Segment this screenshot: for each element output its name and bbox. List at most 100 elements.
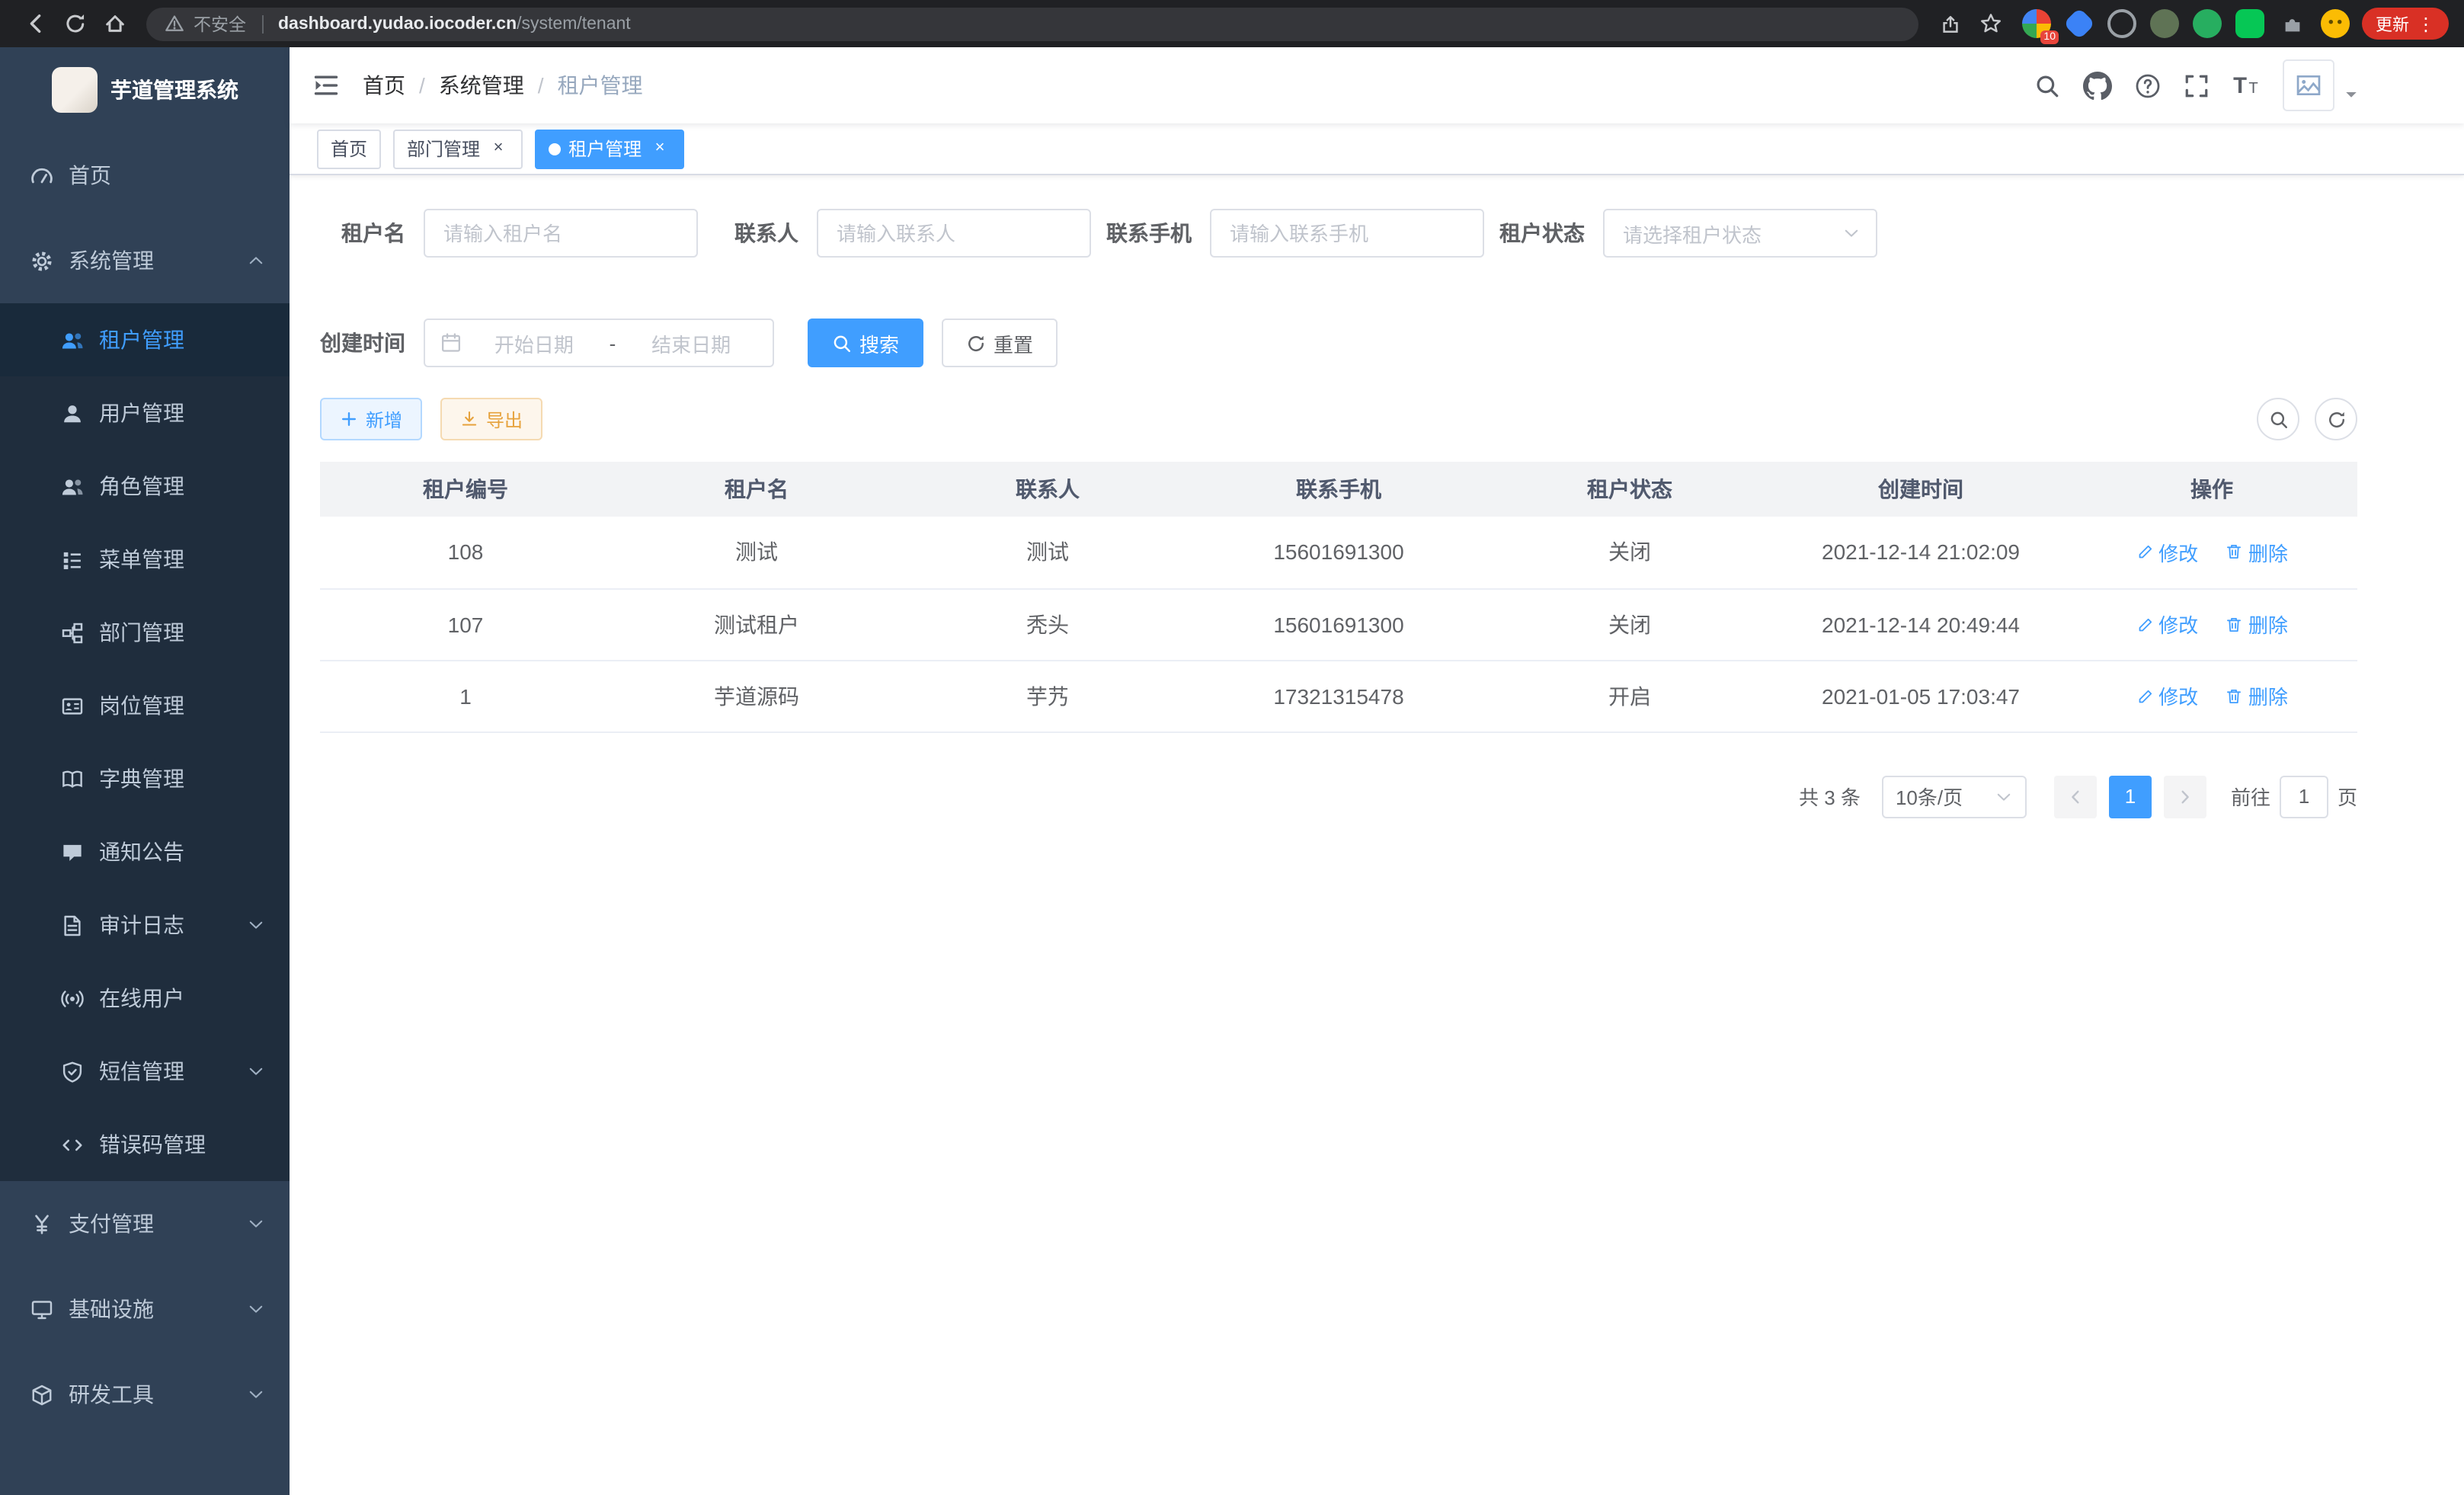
reset-button[interactable]: 重置: [942, 319, 1058, 367]
extension-dark-ring-icon[interactable]: [2107, 9, 2136, 38]
sidebar-item-user-management[interactable]: 用户管理: [0, 376, 290, 450]
tag-tenant-management[interactable]: 租户管理 ×: [535, 129, 684, 168]
edit-link[interactable]: 修改: [2136, 681, 2198, 710]
delete-link[interactable]: 删除: [2226, 681, 2288, 710]
not-secure-label[interactable]: 不安全: [194, 11, 246, 36]
cell-actions: 修改 删除: [2066, 517, 2357, 588]
col-status: 租户状态: [1484, 462, 1775, 517]
fullscreen-icon[interactable]: [2184, 72, 2210, 98]
chevron-down-icon: [247, 1062, 265, 1080]
org-tree-icon: [61, 621, 84, 644]
sidebar-item-payment-management[interactable]: 支付管理: [0, 1181, 290, 1266]
edit-link[interactable]: 修改: [2136, 610, 2198, 639]
add-button[interactable]: 新增: [320, 398, 422, 440]
sidebar-item-menu-management[interactable]: 菜单管理: [0, 523, 290, 596]
address-bar[interactable]: 不安全 dashboard.yudao.iocoder.cn/system/te…: [146, 7, 1918, 40]
delete-link[interactable]: 删除: [2226, 610, 2288, 639]
cell-tenant-id: 1: [320, 660, 611, 731]
search-icon[interactable]: [2034, 72, 2060, 98]
close-icon[interactable]: ×: [649, 138, 670, 159]
extensions-puzzle-icon[interactable]: [2278, 9, 2307, 38]
breadcrumb: 首页 / 系统管理 / 租户管理: [363, 70, 643, 101]
page-number-1[interactable]: 1: [2109, 775, 2152, 818]
sidebar-item-online-users[interactable]: 在线用户: [0, 962, 290, 1035]
sidebar-item-department-management[interactable]: 部门管理: [0, 596, 290, 669]
app-logo[interactable]: 芋道管理系统: [0, 47, 290, 133]
contact-input[interactable]: [817, 209, 1091, 258]
browser-menu-kebab-icon[interactable]: ⋮: [2417, 14, 2435, 33]
sidebar-item-infrastructure[interactable]: 基础设施: [0, 1266, 290, 1352]
sidebar-item-role-management[interactable]: 角色管理: [0, 450, 290, 523]
search-button-label: 搜索: [859, 328, 899, 357]
share-button[interactable]: [1931, 4, 1970, 43]
sidebar-item-tenant-management[interactable]: 租户管理: [0, 303, 290, 376]
extension-green-circle-icon[interactable]: [2193, 9, 2222, 38]
avatar[interactable]: [2283, 59, 2334, 111]
extension-badge: 10: [2040, 30, 2059, 44]
export-button-label: 导出: [486, 406, 523, 432]
cell-tenant-id: 108: [320, 517, 611, 588]
cell-created: 2021-12-14 21:02:09: [1775, 517, 2066, 588]
extension-olive-icon[interactable]: [2150, 9, 2179, 38]
error-code-icon: [61, 1133, 84, 1156]
prev-page-button[interactable]: [2054, 775, 2097, 818]
sidebar-item-sms-management[interactable]: 短信管理: [0, 1035, 290, 1108]
font-size-icon[interactable]: [2232, 72, 2260, 99]
trash-icon: [2226, 687, 2244, 705]
address-bar-divider: [261, 14, 263, 33]
cell-status: 关闭: [1484, 588, 1775, 660]
edit-icon: [2136, 687, 2154, 705]
browser-back-button[interactable]: [15, 4, 55, 43]
page-size-select[interactable]: 10条/页: [1882, 775, 2027, 818]
sidebar-item-error-code-management[interactable]: 错误码管理: [0, 1108, 290, 1181]
help-question-icon[interactable]: [2135, 72, 2161, 98]
sidebar-item-label: 部门管理: [99, 617, 184, 648]
browser-profile-avatar[interactable]: [2321, 9, 2350, 38]
sidebar-collapse-button[interactable]: [290, 47, 363, 123]
end-date-placeholder[interactable]: 结束日期: [625, 328, 757, 357]
page-url[interactable]: dashboard.yudao.iocoder.cn/system/tenant: [278, 14, 631, 33]
create-time-range-picker[interactable]: 开始日期 - 结束日期: [424, 319, 774, 367]
page-size-value: 10条/页: [1896, 782, 1963, 811]
extension-colorful-icon[interactable]: 10: [2022, 9, 2051, 38]
goto-page-input[interactable]: [2280, 775, 2328, 818]
sidebar-item-label: 错误码管理: [99, 1129, 206, 1160]
delete-link[interactable]: 删除: [2226, 538, 2288, 567]
refresh-table-button[interactable]: [2315, 398, 2357, 440]
sidebar-item-home[interactable]: 首页: [0, 133, 290, 218]
tenant-status-select[interactable]: 请选择租户状态: [1603, 209, 1877, 258]
select-placeholder: 请选择租户状态: [1623, 219, 1762, 248]
tenant-name-input[interactable]: [424, 209, 698, 258]
sidebar-item-system-management[interactable]: 系统管理: [0, 218, 290, 303]
bookmark-star-button[interactable]: [1970, 4, 2010, 43]
sidebar-item-devtools[interactable]: 研发工具: [0, 1352, 290, 1437]
sidebar-item-post-management[interactable]: 岗位管理: [0, 669, 290, 742]
tag-home[interactable]: 首页: [317, 129, 381, 168]
refresh-icon: [2326, 409, 2346, 429]
table-row: 107 测试租户 秃头 15601691300 关闭 2021-12-14 20…: [320, 588, 2357, 660]
search-button[interactable]: 搜索: [808, 319, 923, 367]
toggle-search-button[interactable]: [2257, 398, 2299, 440]
tag-department-management[interactable]: 部门管理 ×: [393, 129, 523, 168]
sidebar-item-notice[interactable]: 通知公告: [0, 815, 290, 888]
browser-reload-button[interactable]: [55, 4, 94, 43]
extension-green-square-icon[interactable]: [2235, 9, 2264, 38]
user-avatar-dropdown[interactable]: [2283, 59, 2360, 111]
tag-label: 部门管理: [407, 136, 480, 162]
edit-link[interactable]: 修改: [2136, 538, 2198, 567]
contact-mobile-input[interactable]: [1210, 209, 1484, 258]
col-contact: 联系人: [902, 462, 1193, 517]
sidebar-item-label: 审计日志: [99, 910, 184, 940]
export-button[interactable]: 导出: [440, 398, 542, 440]
total-count: 共 3 条: [1799, 782, 1861, 811]
sidebar-item-audit-log[interactable]: 审计日志: [0, 888, 290, 962]
sidebar-item-dict-management[interactable]: 字典管理: [0, 742, 290, 815]
browser-home-button[interactable]: [94, 4, 134, 43]
next-page-button[interactable]: [2164, 775, 2206, 818]
close-icon[interactable]: ×: [488, 138, 509, 159]
browser-update-button[interactable]: 更新 ⋮: [2362, 8, 2449, 40]
start-date-placeholder[interactable]: 开始日期: [468, 328, 600, 357]
github-icon[interactable]: [2083, 71, 2112, 100]
breadcrumb-home[interactable]: 首页: [363, 70, 405, 101]
extension-blue-icon[interactable]: [2063, 8, 2095, 40]
